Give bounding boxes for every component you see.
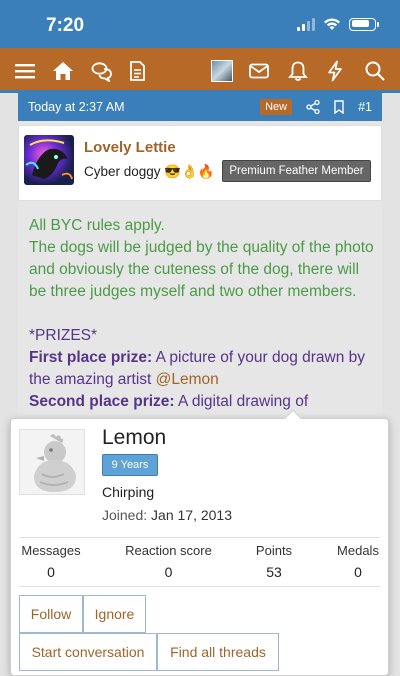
author-avatar-image bbox=[25, 139, 73, 180]
second-prize-label: Second place prize: bbox=[29, 393, 175, 410]
author-name[interactable]: Lovely Lettie bbox=[84, 139, 176, 156]
stat-reaction-score: Reaction score 0 bbox=[116, 543, 221, 580]
document-icon[interactable] bbox=[125, 59, 149, 83]
post-text-judging: The dogs will be judged by the quality o… bbox=[29, 239, 374, 300]
status-icons bbox=[297, 17, 379, 31]
status-time: 7:20 bbox=[46, 15, 85, 36]
divider bbox=[19, 537, 380, 538]
bell-icon[interactable] bbox=[286, 59, 310, 83]
member-status: Chirping bbox=[102, 484, 155, 500]
first-prize: First place prize: A picture of your dog… bbox=[29, 347, 375, 391]
search-icon[interactable] bbox=[363, 59, 387, 83]
post-date[interactable]: Today at 2:37 AM bbox=[28, 100, 260, 114]
stat-label: Points bbox=[255, 543, 293, 558]
stat-points: Points 53 bbox=[249, 543, 299, 580]
lightning-icon[interactable] bbox=[323, 59, 347, 83]
joined-label: Joined: bbox=[102, 507, 148, 523]
divider bbox=[19, 586, 380, 587]
stat-value: 0 bbox=[354, 564, 362, 580]
stat-value: 0 bbox=[164, 564, 173, 580]
top-navbar bbox=[0, 48, 400, 93]
mention-link[interactable]: @Lemon bbox=[156, 371, 219, 388]
member-name[interactable]: Lemon bbox=[102, 426, 166, 450]
bookmark-icon[interactable] bbox=[332, 100, 346, 114]
share-icon[interactable] bbox=[306, 100, 320, 114]
wifi-icon bbox=[324, 18, 340, 30]
joined-date: Jan 17, 2013 bbox=[151, 507, 233, 523]
author-avatar[interactable] bbox=[24, 135, 74, 185]
member-years-badge: 9 Years bbox=[102, 454, 158, 476]
cellular-signal-icon bbox=[297, 17, 315, 31]
ignore-button[interactable]: Ignore bbox=[83, 595, 146, 633]
stat-value: 53 bbox=[266, 564, 282, 580]
member-tooltip: Lemon 9 Years Chirping Joined: Jan 17, 2… bbox=[10, 409, 389, 676]
stat-label: Reaction score bbox=[125, 543, 212, 558]
post-header: Today at 2:37 AM New #1 bbox=[18, 93, 382, 121]
post-text-rules: All BYC rules apply. bbox=[29, 217, 165, 234]
second-prize-text: A digital drawing of bbox=[174, 393, 309, 410]
stat-messages: Messages 0 bbox=[19, 543, 83, 580]
stat-value: 0 bbox=[47, 564, 55, 580]
start-conversation-button[interactable]: Start conversation bbox=[19, 633, 157, 671]
author-badge: Premium Feather Member bbox=[222, 160, 371, 182]
stat-label: Medals bbox=[337, 543, 379, 558]
chat-icon[interactable] bbox=[90, 59, 114, 83]
post-body: All BYC rules apply. The dogs will be ju… bbox=[29, 215, 375, 413]
author-title: Cyber doggy 😎👌🔥 bbox=[84, 164, 215, 179]
menu-icon[interactable] bbox=[13, 59, 37, 83]
new-badge: New bbox=[260, 99, 293, 115]
prizes-heading: *PRIZES* bbox=[29, 327, 98, 344]
avatar[interactable] bbox=[211, 60, 233, 82]
battery-icon bbox=[349, 17, 379, 31]
member-joined: Joined: Jan 17, 2013 bbox=[102, 507, 232, 523]
find-all-threads-button[interactable]: Find all threads bbox=[157, 633, 279, 671]
member-avatar[interactable] bbox=[19, 429, 85, 495]
post-number[interactable]: #1 bbox=[358, 100, 372, 114]
post-author-block: Lovely Lettie Cyber doggy 😎👌🔥 Premium Fe… bbox=[18, 125, 382, 201]
chicken-avatar-icon bbox=[34, 434, 76, 492]
first-prize-label: First place prize: bbox=[29, 349, 153, 366]
stat-medals: Medals 0 bbox=[333, 543, 383, 580]
mail-icon[interactable] bbox=[247, 59, 271, 83]
status-bar: 7:20 bbox=[0, 0, 400, 48]
stat-label: Messages bbox=[21, 543, 81, 558]
home-icon[interactable] bbox=[51, 59, 75, 83]
second-prize: Second place prize: A digital drawing of bbox=[29, 391, 375, 413]
follow-button[interactable]: Follow bbox=[19, 595, 83, 633]
